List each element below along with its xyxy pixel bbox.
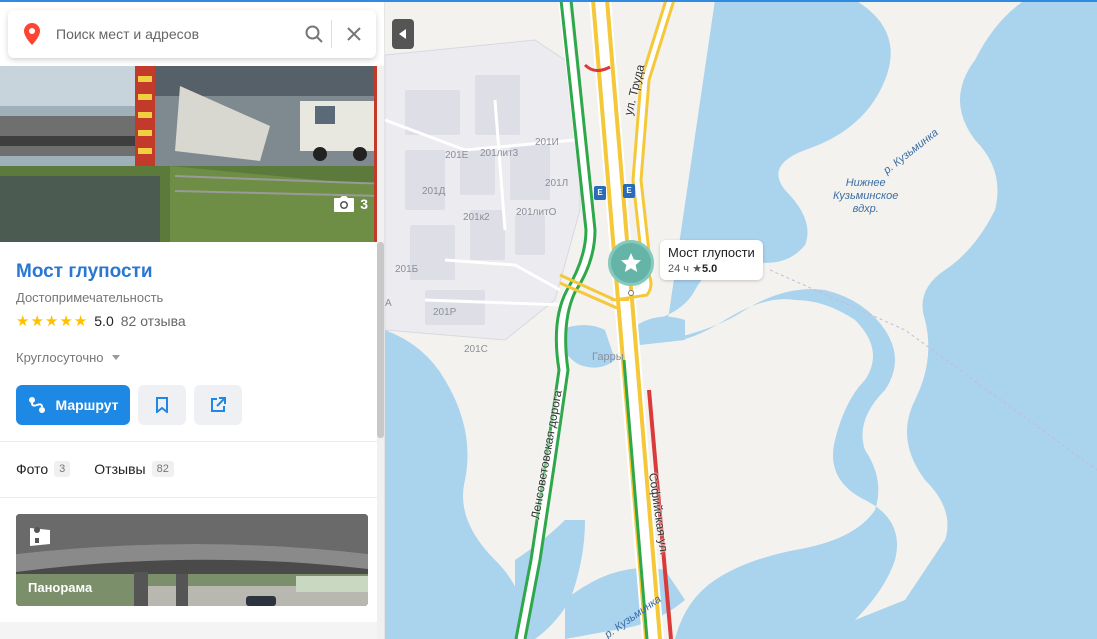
route-icon: [29, 397, 46, 413]
building-label: 201лит3: [480, 148, 519, 159]
star-icon: ★: [59, 312, 73, 330]
poi-rating: 5.0: [701, 263, 718, 275]
poi-star-icon: ★: [692, 263, 702, 275]
reservoir-label: Нижнее Кузьминское вдхр.: [833, 177, 899, 215]
building-label: 201Д: [422, 186, 446, 197]
building-label: 201И: [535, 137, 559, 148]
map-base: [385, 0, 1097, 639]
building-label: 201Б: [395, 264, 419, 275]
route-button[interactable]: Маршрут: [16, 385, 130, 425]
star-icon: [621, 253, 641, 272]
bookmark-button[interactable]: [138, 385, 186, 425]
star-icon: ★: [30, 312, 44, 330]
building-label: 201Л: [545, 178, 569, 189]
panorama-label: Панорама: [28, 580, 93, 595]
building-label: 201литО: [516, 207, 557, 218]
photo-count: 3: [334, 196, 368, 212]
poi-name: Мост глупости: [668, 245, 755, 260]
search-bar: [8, 10, 376, 58]
poi-card[interactable]: Мост глупости 24 ч ★5.0: [660, 240, 763, 280]
share-button[interactable]: [194, 385, 242, 425]
close-icon[interactable]: [332, 10, 376, 58]
sidebar-bottom-strip: [0, 622, 377, 639]
chevron-left-icon: [399, 29, 406, 39]
star-icon: ★: [73, 312, 88, 330]
building-label: 201С: [464, 344, 488, 355]
place-title: Мост глупости: [16, 261, 153, 282]
sidebar-scrollbar[interactable]: [377, 66, 384, 639]
building-label: 201к2: [463, 212, 490, 223]
divider: [0, 497, 377, 498]
highway-badge: E: [594, 186, 606, 200]
building-label: 201Е: [445, 150, 469, 161]
tab-label: Отзывы: [94, 461, 146, 477]
poi-pin: [608, 240, 654, 286]
building-label: А: [385, 298, 392, 309]
divider: [0, 441, 377, 442]
content-tabs: Фото 3 Отзывы 82: [16, 461, 174, 477]
share-icon: [211, 397, 226, 412]
camera-icon: [334, 196, 355, 212]
tab-count: 3: [54, 461, 71, 477]
opening-hours[interactable]: Круглосуточно: [16, 350, 120, 365]
tab-reviews[interactable]: Отзывы 82: [94, 461, 174, 477]
scrollbar-thumb[interactable]: [377, 242, 384, 438]
place-category[interactable]: Достопримечательность: [16, 290, 163, 305]
building-label: 201Р: [433, 307, 457, 318]
poi-hours: 24 ч: [668, 263, 690, 275]
poi-marker[interactable]: [607, 237, 655, 296]
search-icon[interactable]: [297, 10, 331, 58]
bookmark-icon: [156, 397, 168, 413]
photo-count-value: 3: [360, 196, 368, 212]
route-button-label: Маршрут: [55, 397, 119, 413]
place-rating[interactable]: ★ ★ ★ ★ ★ 5.0 82 отзыва: [16, 313, 186, 329]
star-icon: ★: [16, 312, 30, 330]
hours-text: Круглосуточно: [16, 350, 104, 365]
area-label: Гарры: [592, 351, 624, 363]
tab-count: 82: [151, 461, 174, 477]
location-pin-icon: [8, 10, 56, 58]
collapse-sidebar-button[interactable]: [392, 19, 414, 49]
tab-label: Фото: [16, 461, 49, 477]
place-sidebar: 3 Мост глупости Достопримечательность ★ …: [0, 0, 385, 639]
search-input[interactable]: [56, 14, 297, 54]
star-icon: ★: [44, 312, 59, 330]
top-accent-line: [0, 0, 1097, 2]
panorama-card[interactable]: Панорама: [16, 514, 368, 606]
highway-badge: E: [623, 184, 635, 198]
tab-photos[interactable]: Фото 3: [16, 461, 71, 477]
map-canvas[interactable]: 201Е 201лит3 201И 201Д 201Л 201к2 201лит…: [385, 0, 1097, 639]
panorama-icon: [30, 527, 50, 546]
poi-location-dot: [628, 290, 634, 296]
bridge-photo: [0, 66, 384, 242]
chevron-down-icon: [111, 355, 120, 360]
place-photo[interactable]: 3: [0, 66, 384, 242]
poi-meta: 24 ч ★5.0: [668, 262, 755, 275]
rating-score: 5.0: [94, 313, 114, 329]
reviews-count[interactable]: 82 отзыва: [121, 313, 186, 329]
